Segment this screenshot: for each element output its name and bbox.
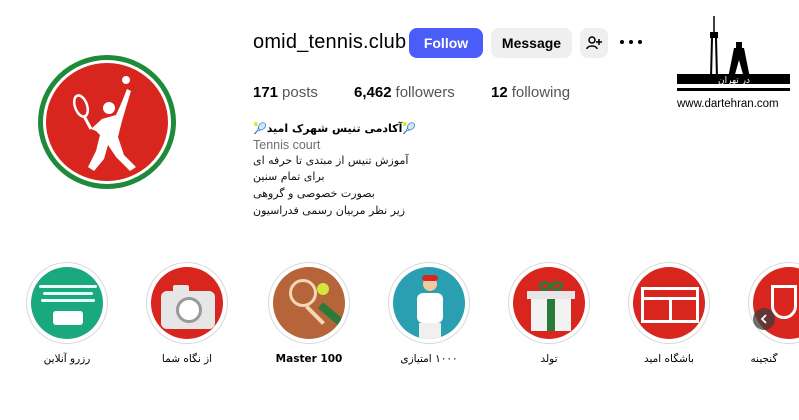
- camera-icon: [151, 267, 223, 339]
- followers-stat[interactable]: 6,462 followers: [354, 84, 455, 101]
- message-button[interactable]: Message: [491, 28, 572, 58]
- highlight-label: تولد: [540, 353, 558, 365]
- following-count: 12: [491, 84, 508, 101]
- profile-avatar[interactable]: [38, 55, 176, 189]
- tennis-racket-ball-icon: [273, 267, 345, 339]
- more-options-icon[interactable]: [620, 32, 642, 52]
- highlight-treasure[interactable]: [748, 262, 799, 344]
- bio-name: 🎾آکادمی تنیس شهرک امید🎾: [253, 122, 417, 135]
- bio-line: برای تمام سنین: [253, 170, 325, 183]
- posts-count: 171: [253, 84, 279, 101]
- online-booking-image: [31, 267, 103, 339]
- follow-button[interactable]: Follow: [409, 28, 483, 58]
- highlight-1000-points[interactable]: [388, 262, 470, 344]
- add-person-icon: [586, 36, 602, 50]
- bio-line: زیر نظر مربیان رسمی فدراسیون: [253, 204, 406, 217]
- tennis-player-icon: [393, 267, 465, 339]
- watermark-url: www.dartehran.com: [677, 98, 779, 110]
- highlights-scroll-button[interactable]: [753, 308, 775, 330]
- tennis-court-icon: [633, 267, 705, 339]
- profile-username: omid_tennis.club: [253, 31, 407, 53]
- chevron-left-icon: [760, 314, 767, 324]
- highlight-master-100[interactable]: [268, 262, 350, 344]
- gift-icon: [513, 267, 585, 339]
- logo-text: در تهران: [718, 76, 750, 86]
- following-stat[interactable]: 12 following: [491, 84, 570, 101]
- highlight-label: گنجینه: [750, 353, 778, 365]
- following-label: following: [511, 84, 571, 101]
- followers-count: 6,462: [354, 84, 392, 101]
- highlight-label: Master 100: [275, 353, 343, 365]
- highlight-from-your-view[interactable]: [146, 262, 228, 344]
- avatar-ring: [43, 60, 171, 184]
- bio-category: Tennis court: [253, 138, 321, 152]
- avatar-image: [46, 63, 168, 181]
- highlight-omid-club[interactable]: [628, 262, 710, 344]
- followers-label: followers: [395, 84, 455, 101]
- highlight-label: باشگاه امید: [644, 353, 694, 365]
- bio-line: بصورت خصوصی و گروهی: [253, 187, 375, 200]
- highlight-label: از نگاه شما: [161, 353, 213, 365]
- suggest-accounts-button[interactable]: [580, 28, 608, 58]
- posts-label: posts: [282, 84, 318, 101]
- bio-line: آموزش تنیس از مبتدی تا حرفه ای: [253, 154, 409, 167]
- highlight-birthday[interactable]: [508, 262, 590, 344]
- highlight-label: ۱۰۰۰ امتیازی: [400, 353, 458, 365]
- highlight-label: رزرو آنلاین: [43, 353, 91, 365]
- tennis-player-icon: [72, 76, 136, 171]
- posts-stat: 171 posts: [253, 84, 318, 101]
- highlight-online-booking[interactable]: [26, 262, 108, 344]
